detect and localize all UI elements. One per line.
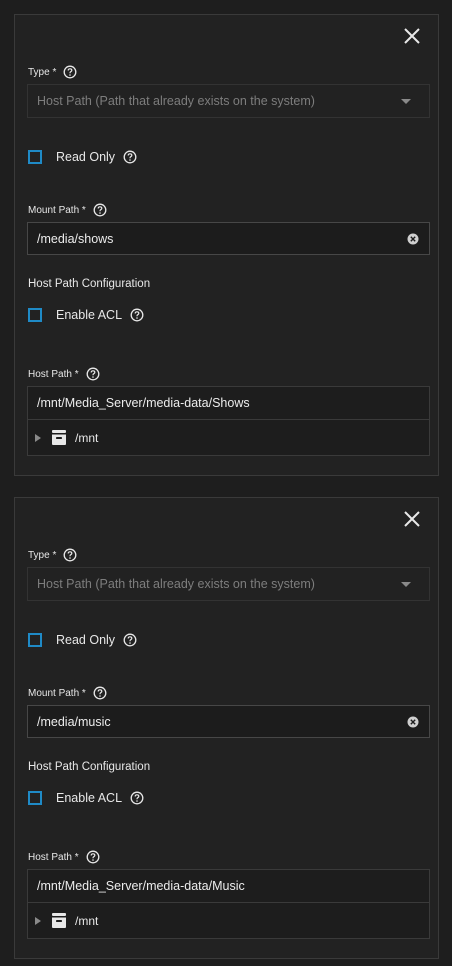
clear-icon[interactable] xyxy=(407,233,419,245)
enable-acl-label: Enable ACL xyxy=(56,791,123,805)
type-label: Type * xyxy=(28,65,77,79)
clear-icon[interactable] xyxy=(407,716,419,728)
dataset-folder-icon xyxy=(51,912,67,929)
close-icon[interactable] xyxy=(402,509,422,529)
help-icon[interactable] xyxy=(123,633,137,647)
host-path-explorer: /mnt/Media_Server/media-data/Shows /mnt xyxy=(27,386,430,456)
enable-acl-checkbox[interactable] xyxy=(28,791,42,805)
host-path-config-title: Host Path Configuration xyxy=(28,278,151,290)
type-select-value: Host Path (Path that already exists on t… xyxy=(37,94,315,108)
chevron-down-icon xyxy=(401,582,411,587)
read-only-checkbox[interactable] xyxy=(28,150,42,164)
host-path-value: /mnt/Media_Server/media-data/Music xyxy=(37,879,245,893)
host-path-label: Host Path * xyxy=(28,850,100,864)
enable-acl-label: Enable ACL xyxy=(56,308,123,322)
chevron-down-icon xyxy=(401,99,411,104)
tree-expand-icon[interactable] xyxy=(35,433,41,442)
host-path-config-title: Host Path Configuration xyxy=(28,761,151,773)
enable-acl-checkbox[interactable] xyxy=(28,308,42,322)
mount-card-1: Type * Host Path (Path that already exis… xyxy=(14,14,439,476)
help-icon[interactable] xyxy=(63,548,77,562)
mount-card-2: Type * Host Path (Path that already exis… xyxy=(14,497,439,959)
dataset-folder-icon xyxy=(51,429,67,446)
read-only-row[interactable]: Read Only xyxy=(28,150,137,164)
host-path-label: Host Path * xyxy=(28,367,100,381)
host-path-input[interactable]: /mnt/Media_Server/media-data/Shows xyxy=(28,387,429,420)
tree-expand-icon[interactable] xyxy=(35,916,41,925)
tree-node-mnt[interactable]: /mnt xyxy=(28,903,429,938)
help-icon[interactable] xyxy=(86,367,100,381)
host-path-explorer: /mnt/Media_Server/media-data/Music /mnt xyxy=(27,869,430,939)
mount-path-input[interactable]: /media/shows xyxy=(27,222,430,255)
help-icon[interactable] xyxy=(93,203,107,217)
host-path-input[interactable]: /mnt/Media_Server/media-data/Music xyxy=(28,870,429,903)
read-only-row[interactable]: Read Only xyxy=(28,633,137,647)
help-icon[interactable] xyxy=(93,686,107,700)
type-select[interactable]: Host Path (Path that already exists on t… xyxy=(27,567,430,601)
enable-acl-row[interactable]: Enable ACL xyxy=(28,308,144,322)
mount-path-label: Mount Path * xyxy=(28,203,107,217)
read-only-checkbox[interactable] xyxy=(28,633,42,647)
host-path-value: /mnt/Media_Server/media-data/Shows xyxy=(37,396,250,410)
type-select-value: Host Path (Path that already exists on t… xyxy=(37,577,315,591)
mount-path-value: /media/music xyxy=(37,714,111,729)
enable-acl-row[interactable]: Enable ACL xyxy=(28,791,144,805)
help-icon[interactable] xyxy=(130,308,144,322)
mount-path-value: /media/shows xyxy=(37,231,114,246)
help-icon[interactable] xyxy=(86,850,100,864)
tree-node-label: /mnt xyxy=(75,913,99,928)
tree-node-mnt[interactable]: /mnt xyxy=(28,420,429,455)
close-icon[interactable] xyxy=(402,26,422,46)
read-only-label: Read Only xyxy=(56,633,116,647)
help-icon[interactable] xyxy=(63,65,77,79)
mount-path-input[interactable]: /media/music xyxy=(27,705,430,738)
read-only-label: Read Only xyxy=(56,150,116,164)
type-label: Type * xyxy=(28,548,77,562)
type-select[interactable]: Host Path (Path that already exists on t… xyxy=(27,84,430,118)
help-icon[interactable] xyxy=(130,791,144,805)
help-icon[interactable] xyxy=(123,150,137,164)
mount-path-label: Mount Path * xyxy=(28,686,107,700)
tree-node-label: /mnt xyxy=(75,430,99,445)
